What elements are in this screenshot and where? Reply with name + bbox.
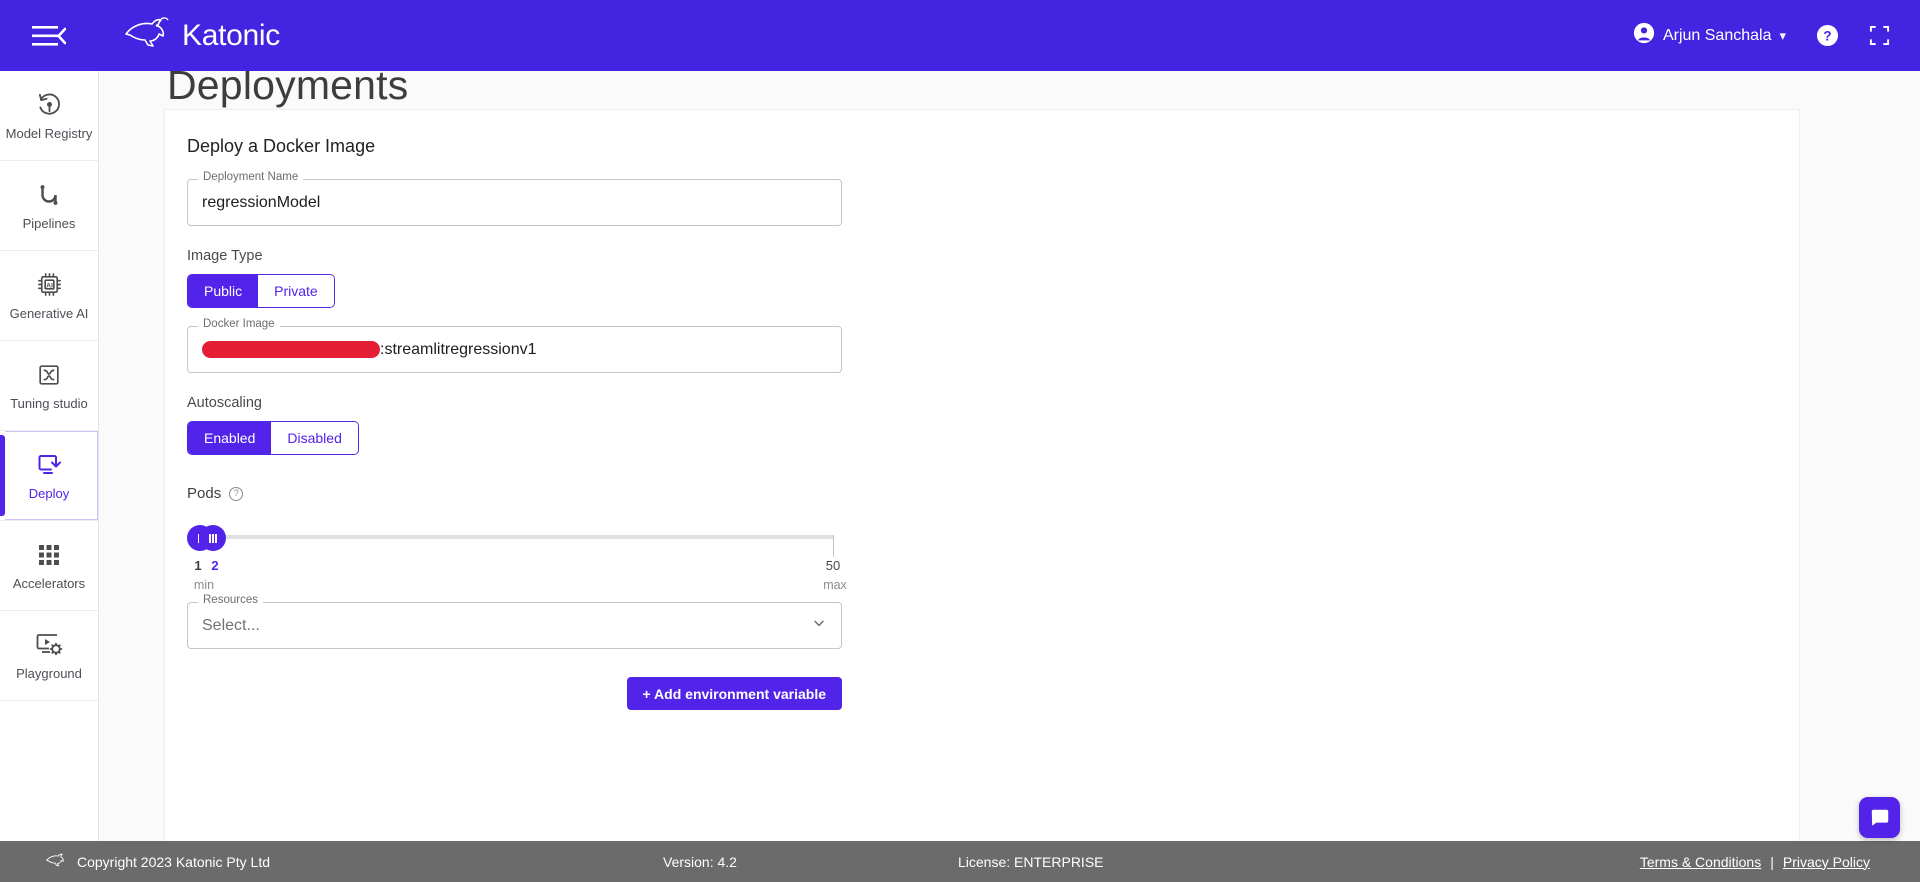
sidebar-item-playground[interactable]: Playground [0,611,98,701]
question-mark-icon[interactable]: ? [1816,24,1839,47]
deploy-icon [35,450,63,480]
generative-ai-chip-icon: AI [36,270,63,300]
resources-select[interactable]: Resources Select... [187,594,842,649]
autoscaling-toggle-group: Enabled Disabled [187,421,359,455]
playground-icon [35,630,63,660]
pods-header: Pods ? [187,485,1777,502]
pods-label: Pods [187,485,222,502]
sidebar-item-tuning-studio[interactable]: Tuning studio [0,341,98,431]
sidebar-item-label: Accelerators [12,575,86,591]
footer: Copyright 2023 Katonic Pty Ltd Version: … [0,841,1920,882]
docker-image-field[interactable]: Docker Image :streamlitregressionv1 [187,318,842,373]
main-content: Deployments Deploy a Docker Image Deploy… [99,71,1920,882]
sidebar: Model Registry Pipelines AI Generative A… [0,71,99,882]
image-type-toggle-group: Public Private [187,274,335,308]
footer-links: Terms & Conditions | Privacy Policy [1640,854,1870,870]
sidebar-item-label: Deploy [28,485,70,501]
page-title: Deployments [167,71,409,108]
puzzle-icon [36,360,62,390]
deployment-name-legend: Deployment Name [198,171,304,184]
user-name: Arjun Sanchala [1662,26,1772,44]
sidebar-item-deploy[interactable]: Deploy [0,431,98,521]
chevron-down-icon: ▾ [1779,27,1786,43]
sidebar-item-label: Pipelines [22,215,76,231]
avatar [1633,22,1655,49]
fullscreen-icon[interactable] [1869,25,1890,46]
footer-license: License: ENTERPRISE [958,853,1104,870]
hamburger-menu-icon[interactable] [32,25,92,47]
autoscaling-option-enabled[interactable]: Enabled [188,422,272,454]
redacted-registry-text [202,341,380,358]
sidebar-item-label: Model Registry [5,125,93,141]
pods-max-value: 50 [825,558,841,573]
pods-min-caption: min [193,578,215,592]
user-menu[interactable]: Arjun Sanchala ▾ [1633,22,1786,49]
deployment-name-field[interactable]: Deployment Name regressionModel [187,171,842,226]
privacy-policy-link[interactable]: Privacy Policy [1783,854,1870,870]
grip-lines-icon [209,533,217,543]
sidebar-item-pipelines[interactable]: Pipelines [0,161,98,251]
slider-rail [195,535,834,539]
sidebar-item-label: Tuning studio [10,395,88,411]
image-type-option-public[interactable]: Public [188,275,259,307]
add-environment-variable-button[interactable]: + Add environment variable [626,677,842,710]
svg-text:AI: AI [46,283,53,290]
pipelines-icon [36,180,62,210]
docker-image-legend: Docker Image [198,318,280,331]
card-title: Deploy a Docker Image [187,136,376,156]
deploy-docker-image-card: Deploy a Docker Image Deployment Name re… [164,109,1800,882]
autoscaling-option-disabled[interactable]: Disabled [271,422,358,454]
pods-min-handle-value: 2 [211,558,219,573]
footer-version: Version: 4.2 [663,853,737,870]
grid-dots-icon [37,540,61,570]
pods-min-value: 1 [194,558,202,573]
slider-max-tick [833,535,834,557]
pods-range-slider[interactable]: 1 2 min 50 max [187,522,847,592]
sidebar-item-accelerators[interactable]: Accelerators [0,521,98,611]
pods-max-caption: max [823,578,847,592]
brand-name: Katonic [182,18,280,52]
sidebar-item-model-registry[interactable]: Model Registry [0,71,98,161]
kangaroo-logo-icon [120,16,174,55]
deployment-name-value: regressionModel [202,193,321,211]
footer-copyright-block: Copyright 2023 Katonic Pty Ltd [44,850,270,873]
terms-and-conditions-link[interactable]: Terms & Conditions [1640,854,1761,870]
add-env-row: + Add environment variable [187,677,842,710]
help-circle-icon[interactable]: ? [229,486,244,501]
chat-bubble-icon[interactable] [1859,797,1900,838]
chevron-down-icon[interactable] [811,615,827,636]
image-type-option-private[interactable]: Private [258,275,334,307]
pods-max-thumb[interactable] [200,525,226,551]
resources-placeholder: Select... [202,616,260,634]
svg-text:?: ? [1823,28,1831,43]
brand-logo-link[interactable]: Katonic [120,16,280,55]
footer-link-separator: | [1770,853,1774,870]
kangaroo-logo-icon [44,850,68,873]
sidebar-item-label: Playground [16,665,82,681]
sidebar-item-generative-ai[interactable]: AI Generative AI [0,251,98,341]
docker-image-value: :streamlitregressionv1 [380,340,537,358]
resources-legend: Resources [198,594,263,607]
model-registry-icon [36,90,63,120]
footer-copyright-text: Copyright 2023 Katonic Pty Ltd [77,853,271,870]
autoscaling-label: Autoscaling [187,395,262,411]
sidebar-item-label: Generative AI [9,305,89,321]
image-type-label: Image Type [187,248,263,264]
top-navigation-bar: Katonic Arjun Sanchala ▾ ? [0,0,1920,71]
